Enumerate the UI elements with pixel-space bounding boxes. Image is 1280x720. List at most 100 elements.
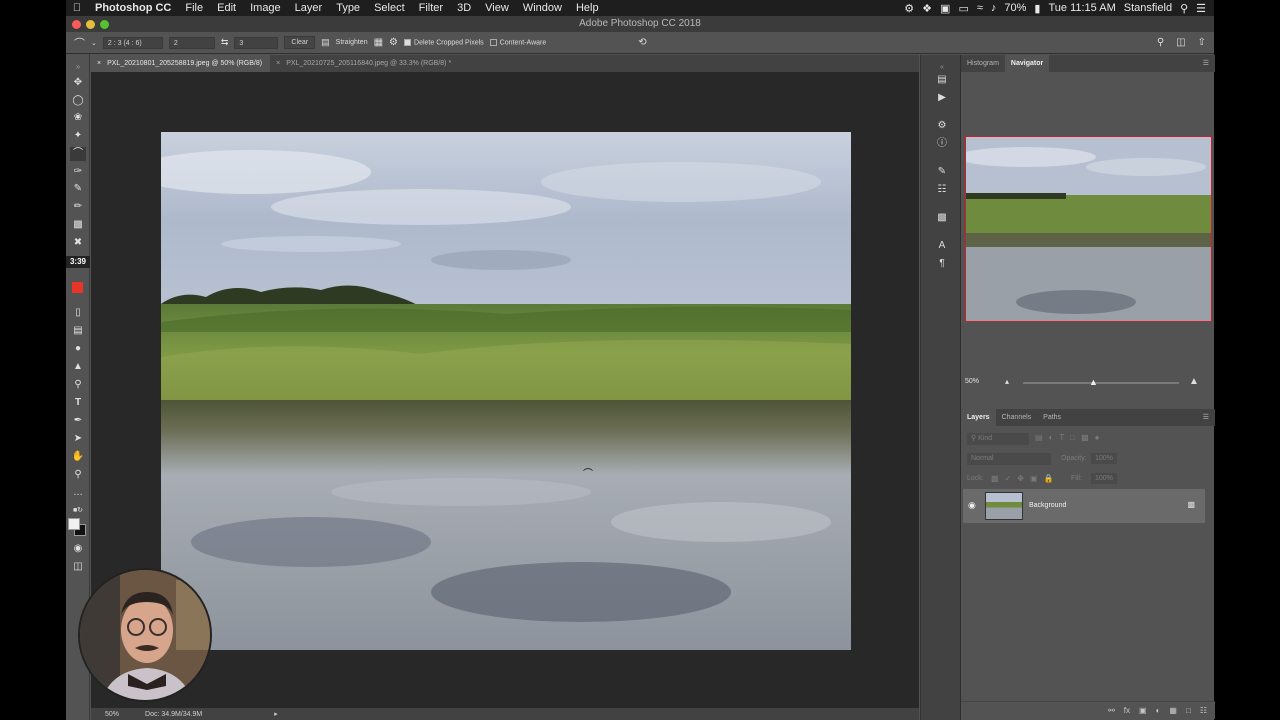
layer-filter-field[interactable]: ⚲ Kind xyxy=(967,433,1029,445)
brush-tool-icon[interactable]: ✏ xyxy=(70,200,86,214)
reset-icon[interactable]: ⟲ xyxy=(638,37,646,48)
pen-tool-icon[interactable]: ✒ xyxy=(70,414,86,428)
trash-icon[interactable]: ☷ xyxy=(1200,706,1207,715)
width-field[interactable]: 2 xyxy=(168,36,215,49)
zoom-out-icon[interactable]: ▴ xyxy=(1005,377,1009,386)
straighten-button[interactable]: Straighten xyxy=(336,39,368,46)
menu-image[interactable]: Image xyxy=(243,2,288,14)
status-arrow-icon[interactable]: ▸ xyxy=(274,710,278,718)
clone-source-icon[interactable]: ▩ xyxy=(935,211,949,225)
layer-thumbnail[interactable] xyxy=(985,492,1023,520)
mask-icon[interactable]: ▣ xyxy=(1139,706,1147,715)
dropbox-icon[interactable]: ❖ xyxy=(922,2,932,15)
navigator-thumbnail[interactable] xyxy=(965,136,1212,322)
properties-icon[interactable]: ⚙ xyxy=(935,119,949,133)
group-folder-icon[interactable]: ▦ xyxy=(1169,706,1177,715)
menu-3d[interactable]: 3D xyxy=(450,2,478,14)
tab-layers[interactable]: Layers xyxy=(961,409,996,426)
more-tools-icon[interactable]: … xyxy=(70,486,86,500)
marquee-tool-icon[interactable]: ◯ xyxy=(70,94,86,108)
menu-edit[interactable]: Edit xyxy=(210,2,243,14)
brush-settings-icon[interactable]: ✎ xyxy=(935,165,949,179)
panel-menu-icon[interactable]: ☰ xyxy=(1203,55,1215,72)
menu-filter[interactable]: Filter xyxy=(412,2,450,14)
foreground-color-swatch[interactable] xyxy=(68,518,80,530)
visibility-eye-icon[interactable]: ◉ xyxy=(968,500,976,511)
link-icon[interactable]: ⚯ xyxy=(1108,706,1115,715)
history-brush-tool-icon[interactable]: ✖ xyxy=(70,236,86,250)
fx-icon[interactable]: fx xyxy=(1124,706,1130,715)
close-tab-icon[interactable]: × xyxy=(276,60,280,67)
delete-cropped-checkbox[interactable]: Delete Cropped Pixels xyxy=(404,38,484,46)
menu-type[interactable]: Type xyxy=(329,2,367,14)
crop-settings-gear-icon[interactable]: ⚙ xyxy=(389,37,398,48)
zoom-tool-icon[interactable]: ⚲ xyxy=(70,468,86,482)
volume-icon[interactable]: ♪ xyxy=(991,2,997,14)
user-name[interactable]: Stansfield xyxy=(1124,2,1172,14)
straighten-icon[interactable]: ▤ xyxy=(321,37,330,48)
menu-view[interactable]: View xyxy=(478,2,516,14)
gear-icon[interactable]: ⚙ xyxy=(904,2,914,15)
tab-navigator[interactable]: Navigator xyxy=(1004,55,1050,72)
clone-stamp-tool-icon[interactable]: ▩ xyxy=(70,218,86,232)
panel-menu-icon[interactable]: ☰ xyxy=(1203,409,1215,426)
share-icon[interactable]: ⇧ xyxy=(1198,37,1206,48)
close-button[interactable] xyxy=(72,20,81,29)
history-icon[interactable]: ▤ xyxy=(935,73,949,87)
wifi-icon[interactable]: ≈ xyxy=(977,2,983,14)
canvas-area[interactable]: ⌒ xyxy=(91,72,919,708)
default-colors-icon[interactable]: ■↻ xyxy=(70,504,86,518)
lasso-tool-icon[interactable]: ❀ xyxy=(70,111,86,125)
collapse-toolbar-icon[interactable]: » xyxy=(70,60,86,74)
zoom-in-icon[interactable]: ▲ xyxy=(1189,376,1199,387)
marsh-photo[interactable]: ⌒ xyxy=(161,132,851,650)
tab-histogram[interactable]: Histogram xyxy=(961,55,1005,72)
navigator-zoom-value[interactable]: 50% xyxy=(965,378,979,385)
menu-app-name[interactable]: Photoshop CC xyxy=(88,2,178,14)
height-field[interactable]: 3 xyxy=(234,36,279,49)
type-tool-icon[interactable]: T xyxy=(70,396,86,410)
clock[interactable]: Tue 11:15 AM xyxy=(1048,2,1115,14)
tool-preset-chevron-icon[interactable]: ⌄ xyxy=(91,39,97,47)
adjustments-icon[interactable]: ☷ xyxy=(935,183,949,197)
new-layer-icon[interactable]: □ xyxy=(1186,706,1191,715)
tab-channels[interactable]: Channels xyxy=(996,409,1038,426)
search-icon[interactable]: ⚲ xyxy=(1157,37,1164,48)
info-icon[interactable]: ⓘ xyxy=(935,137,949,151)
blur-tool-icon[interactable]: ● xyxy=(70,342,86,356)
zoom-level[interactable]: 50% xyxy=(105,711,119,718)
quick-mask-icon[interactable]: ◉ xyxy=(70,542,86,556)
eyedropper-tool-icon[interactable]: ✑ xyxy=(70,165,86,179)
color-swatch-red[interactable] xyxy=(72,282,83,293)
blend-mode-select[interactable]: Normal xyxy=(967,453,1051,465)
content-aware-checkbox[interactable]: Content-Aware xyxy=(489,38,546,46)
tab-paths[interactable]: Paths xyxy=(1037,409,1067,426)
clear-button[interactable]: Clear xyxy=(284,36,316,49)
minimize-button[interactable] xyxy=(86,20,95,29)
crop-tool-icon[interactable]: ⌒ xyxy=(74,35,85,51)
paragraph-icon[interactable]: ¶ xyxy=(935,257,949,271)
apple-icon[interactable]:  xyxy=(66,2,88,14)
workspace-icon[interactable]: ◫ xyxy=(1176,37,1185,48)
list-icon[interactable]: ☰ xyxy=(1196,2,1206,15)
sharpen-tool-icon[interactable]: ▲ xyxy=(70,360,86,374)
gradient-tool-icon[interactable]: ▤ xyxy=(70,324,86,338)
fill-field[interactable]: 100% xyxy=(1091,473,1117,484)
lock-icons[interactable]: ▩✓✥▣🔒 xyxy=(991,474,1059,483)
close-tab-icon[interactable]: × xyxy=(97,60,101,67)
menu-window[interactable]: Window xyxy=(516,2,569,14)
filter-icons[interactable]: ▤◐T□▩● xyxy=(1035,433,1106,442)
tab-document-2[interactable]: × PXL_20210725_205116840.jpeg @ 33.3% (RG… xyxy=(270,55,459,72)
eraser-tool-icon[interactable]: ▯ xyxy=(70,306,86,320)
magic-wand-tool-icon[interactable]: ✦ xyxy=(70,129,86,143)
overlay-grid-icon[interactable]: ▦ xyxy=(374,37,383,48)
dodge-tool-icon[interactable]: ⚲ xyxy=(70,378,86,392)
ratio-select[interactable]: 2 : 3 (4 : 6) xyxy=(102,36,163,49)
actions-play-icon[interactable]: ▶ xyxy=(935,91,949,105)
menu-layer[interactable]: Layer xyxy=(288,2,330,14)
lock-icon[interactable]: ▩ xyxy=(1187,500,1195,509)
screen-icon[interactable]: ▭ xyxy=(958,2,968,15)
zoom-slider[interactable] xyxy=(1023,382,1179,384)
layer-name[interactable]: Background xyxy=(1029,502,1066,509)
move-tool-icon[interactable]: ✥ xyxy=(70,76,86,90)
